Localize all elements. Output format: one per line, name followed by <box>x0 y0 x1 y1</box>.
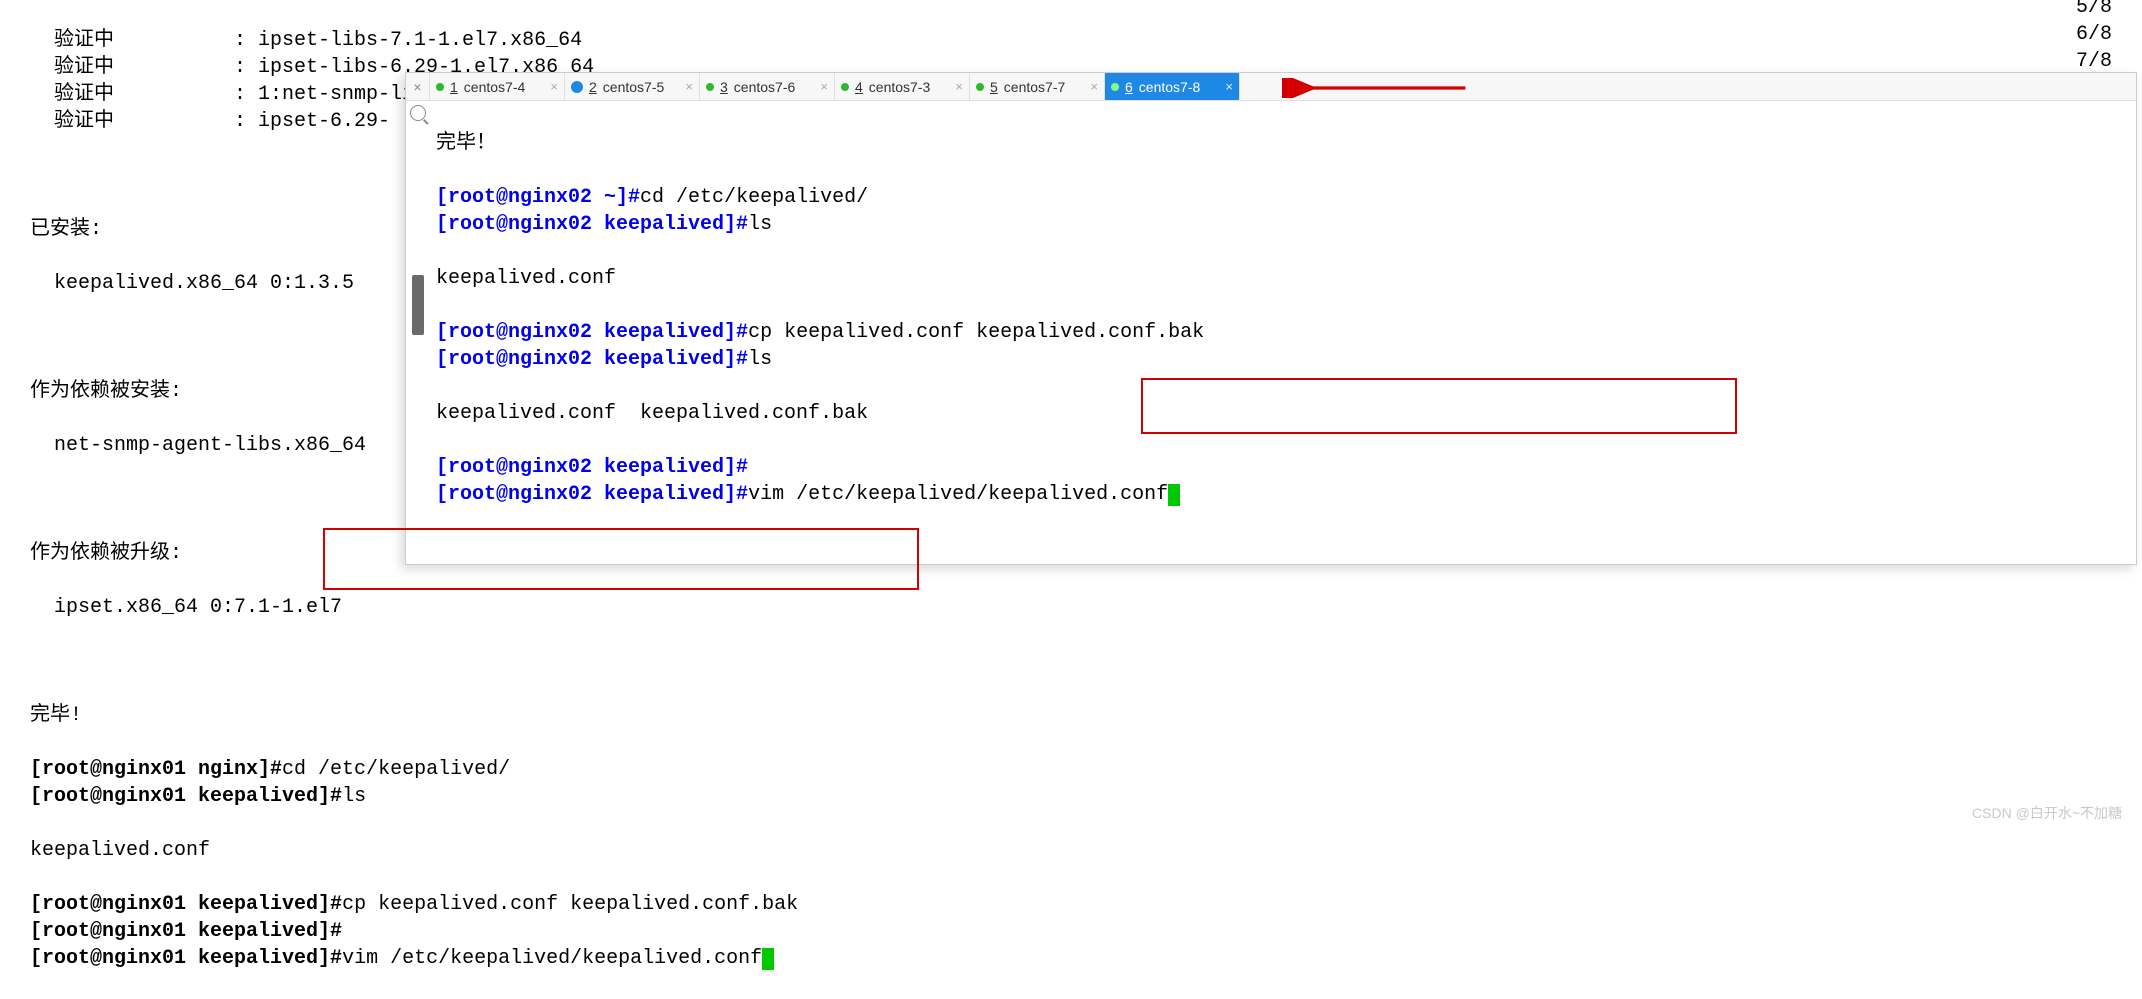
scrollbar-thumb[interactable] <box>412 275 424 335</box>
ls-output: keepalived.conf <box>436 265 1204 292</box>
shell-prompt: [root@nginx01 keepalived]# <box>30 785 342 808</box>
close-tab-icon[interactable]: × <box>685 79 693 94</box>
shell-command: vim /etc/keepalived/keepalived.conf <box>342 947 762 970</box>
shell-command: cp keepalived.conf keepalived.conf.bak <box>748 321 1204 344</box>
done-text: 完毕! <box>30 702 798 729</box>
shell-command: ls <box>748 213 772 236</box>
status-dot-icon <box>706 83 714 91</box>
shell-prompt: [root@nginx02 ~]# <box>436 186 640 209</box>
close-tab-icon[interactable]: × <box>1225 79 1233 94</box>
tab-number: 3 <box>720 79 728 95</box>
close-all-tabs-button[interactable]: × <box>406 73 430 100</box>
tab-number: 2 <box>589 79 597 95</box>
tab-centos7-7[interactable]: 5 centos7-7 × <box>970 73 1105 100</box>
prompt-line: [root@nginx01 keepalived]#ls <box>30 783 798 810</box>
shell-prompt: [root@nginx01 keepalived]# <box>30 893 342 916</box>
ls-output: keepalived.conf keepalived.conf.bak <box>436 400 1204 427</box>
prompt-line: [root@nginx02 keepalived]#cp keepalived.… <box>436 319 1204 346</box>
prompt-line: [root@nginx01 nginx]#cd /etc/keepalived/ <box>30 756 798 783</box>
popup-terminal-content[interactable]: 完毕！ [root@nginx02 ~]#cd /etc/keepalived/… <box>430 101 1210 564</box>
shell-prompt: [root@nginx02 keepalived]# <box>436 456 748 479</box>
shell-command: ls <box>342 785 366 808</box>
shell-command: ls <box>748 348 772 371</box>
tab-number: 1 <box>450 79 458 95</box>
tab-label: centos7-4 <box>464 79 525 95</box>
tab-label: centos7-7 <box>1004 79 1065 95</box>
tab-label: centos7-6 <box>734 79 795 95</box>
cursor <box>762 948 774 970</box>
prompt-line: [root@nginx02 keepalived]# <box>436 454 1204 481</box>
close-tab-icon[interactable]: × <box>955 79 963 94</box>
progress-fraction: 5/8 <box>2076 0 2112 19</box>
shell-prompt: [root@nginx02 keepalived]# <box>436 213 748 236</box>
tab-centos7-5[interactable]: 2 centos7-5 × <box>565 73 700 100</box>
info-icon <box>571 81 583 93</box>
shell-command: cd /etc/keepalived/ <box>282 758 510 781</box>
shell-prompt: [root@nginx02 keepalived]# <box>436 348 748 371</box>
tab-label: centos7-3 <box>869 79 930 95</box>
shell-prompt: [root@nginx01 keepalived]# <box>30 947 342 970</box>
shell-command: vim /etc/keepalived/keepalived.conf <box>748 483 1168 506</box>
shell-command: cd /etc/keepalived/ <box>640 186 868 209</box>
prompt-line: [root@nginx01 keepalived]#cp keepalived.… <box>30 891 798 918</box>
prompt-line: [root@nginx01 keepalived]#vim /etc/keepa… <box>30 945 798 972</box>
shell-prompt: [root@nginx02 keepalived]# <box>436 321 748 344</box>
tab-label: centos7-5 <box>603 79 664 95</box>
verify-line: 验证中 : ipset-libs-7.1-1.el7.x86_64 <box>30 27 798 54</box>
shell-command: cp keepalived.conf keepalived.conf.bak <box>342 893 798 916</box>
tab-number: 5 <box>990 79 998 95</box>
status-dot-icon <box>841 83 849 91</box>
prompt-line: [root@nginx02 ~]#cd /etc/keepalived/ <box>436 184 1204 211</box>
close-tab-icon[interactable]: × <box>820 79 828 94</box>
close-tab-icon[interactable]: × <box>1090 79 1098 94</box>
done-text: 完毕！ <box>436 130 1204 157</box>
terminal-gutter <box>406 101 430 564</box>
watermark: CSDN @白开水~不加糖 <box>1972 803 2122 823</box>
status-dot-icon <box>436 83 444 91</box>
tab-centos7-6[interactable]: 3 centos7-6 × <box>700 73 835 100</box>
shell-prompt: [root@nginx02 keepalived]# <box>436 483 748 506</box>
close-tab-icon[interactable]: × <box>550 79 558 94</box>
prompt-line: [root@nginx02 keepalived]#ls <box>436 211 1204 238</box>
search-icon[interactable] <box>410 105 426 121</box>
status-dot-icon <box>1111 83 1119 91</box>
status-dot-icon <box>976 83 984 91</box>
tab-label: centos7-8 <box>1139 79 1200 95</box>
terminal-window-popup: × 1 centos7-4×2 centos7-5×3 centos7-6×4 … <box>405 72 2137 565</box>
prompt-line: [root@nginx02 keepalived]#vim /etc/keepa… <box>436 481 1204 508</box>
ls-output: keepalived.conf <box>30 837 798 864</box>
shell-prompt: [root@nginx01 keepalived]# <box>30 920 342 943</box>
tab-centos7-3[interactable]: 4 centos7-3 × <box>835 73 970 100</box>
dep-upgraded-pkg: ipset.x86_64 0:7.1-1.el7 <box>30 594 798 621</box>
tab-centos7-4[interactable]: 1 centos7-4 × <box>430 73 565 100</box>
tab-number: 4 <box>855 79 863 95</box>
prompt-line: [root@nginx02 keepalived]#ls <box>436 346 1204 373</box>
shell-prompt: [root@nginx01 nginx]# <box>30 758 282 781</box>
tab-bar: × 1 centos7-4×2 centos7-5×3 centos7-6×4 … <box>406 73 2136 101</box>
cursor <box>1168 484 1180 506</box>
tab-number: 6 <box>1125 79 1133 95</box>
progress-fraction: 6/8 <box>2076 23 2112 46</box>
prompt-line: [root@nginx01 keepalived]# <box>30 918 798 945</box>
progress-fraction: 7/8 <box>2076 50 2112 73</box>
tab-centos7-8[interactable]: 6 centos7-8 × <box>1105 73 1240 100</box>
